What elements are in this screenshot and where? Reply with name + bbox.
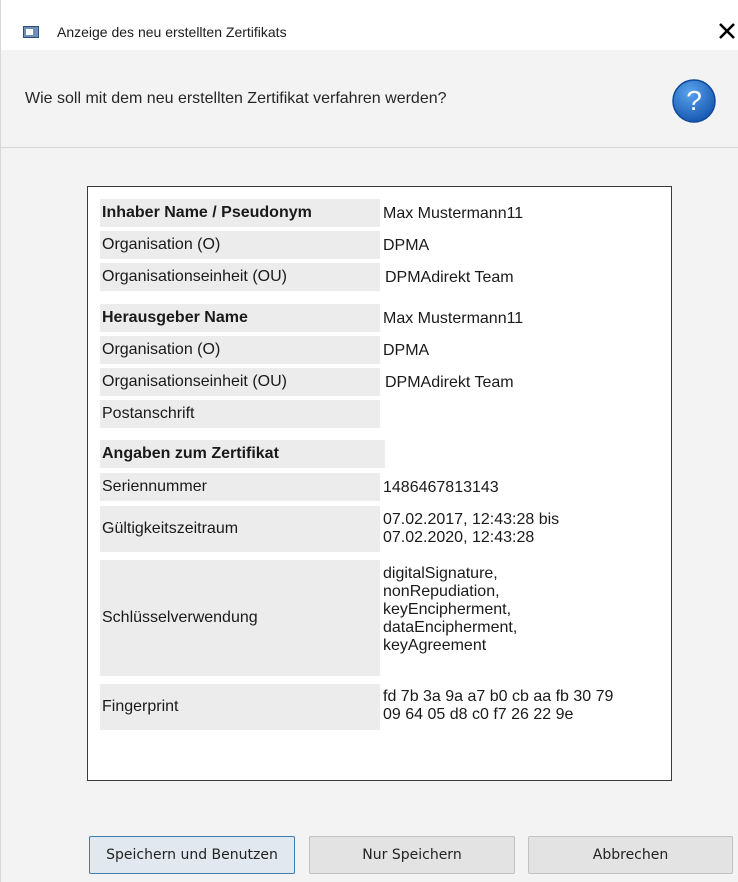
issuer-ou-value: DPMAdirekt Team [385, 374, 514, 391]
key-usage-label: Schlüsselverwendung [100, 560, 380, 676]
key-usage-value: digitalSignature, nonRepudiation, keyEnc… [383, 565, 518, 654]
close-icon [719, 23, 735, 39]
cancel-button[interactable]: Abbrechen [528, 836, 733, 874]
title-bar: Anzeige des neu erstellten Zertifikats [1, 0, 738, 50]
serial-value: 1486467813143 [383, 479, 499, 496]
validity-value: 07.02.2017, 12:43:28 bis 07.02.2020, 12:… [383, 511, 560, 546]
save-only-button[interactable]: Nur Speichern [309, 836, 515, 874]
svg-text:?: ? [686, 85, 702, 116]
issuer-heading: Herausgeber Name [100, 304, 380, 332]
issuer-org-label: Organisation (O) [100, 336, 380, 364]
details-heading: Angaben zum Zertifikat [100, 440, 385, 468]
validity-label: Gültigkeitszeitraum [100, 506, 380, 552]
holder-org-value: DPMA [383, 237, 430, 254]
holder-ou-value: DPMAdirekt Team [385, 269, 514, 286]
dialog-window: Anzeige des neu erstellten Zertifikats W… [0, 0, 738, 882]
fingerprint-value: fd 7b 3a 9a a7 b0 cb aa fb 30 79 09 64 0… [383, 688, 614, 723]
issuer-org-value: DPMA [383, 342, 430, 359]
holder-ou-label: Organisationseinheit (OU) [100, 263, 380, 291]
header-question: Wie soll mit dem neu erstellten Zertifik… [25, 90, 447, 107]
holder-heading: Inhaber Name / Pseudonym [100, 199, 380, 227]
holder-name-value: Max Mustermann11 [383, 205, 524, 222]
issuer-name-value: Max Mustermann11 [383, 310, 524, 327]
serial-label: Seriennummer [100, 473, 380, 501]
save-and-use-button[interactable]: Speichern und Benutzen [89, 836, 295, 874]
postal-label: Postanschrift [100, 400, 380, 428]
holder-org-label: Organisation (O) [100, 231, 380, 259]
issuer-ou-label: Organisationseinheit (OU) [100, 368, 380, 396]
window-icon [23, 26, 39, 38]
help-question-icon: ? [672, 79, 716, 123]
window-title: Anzeige des neu erstellten Zertifikats [57, 24, 287, 40]
close-button[interactable] [715, 18, 738, 44]
fingerprint-label: Fingerprint [100, 684, 380, 730]
